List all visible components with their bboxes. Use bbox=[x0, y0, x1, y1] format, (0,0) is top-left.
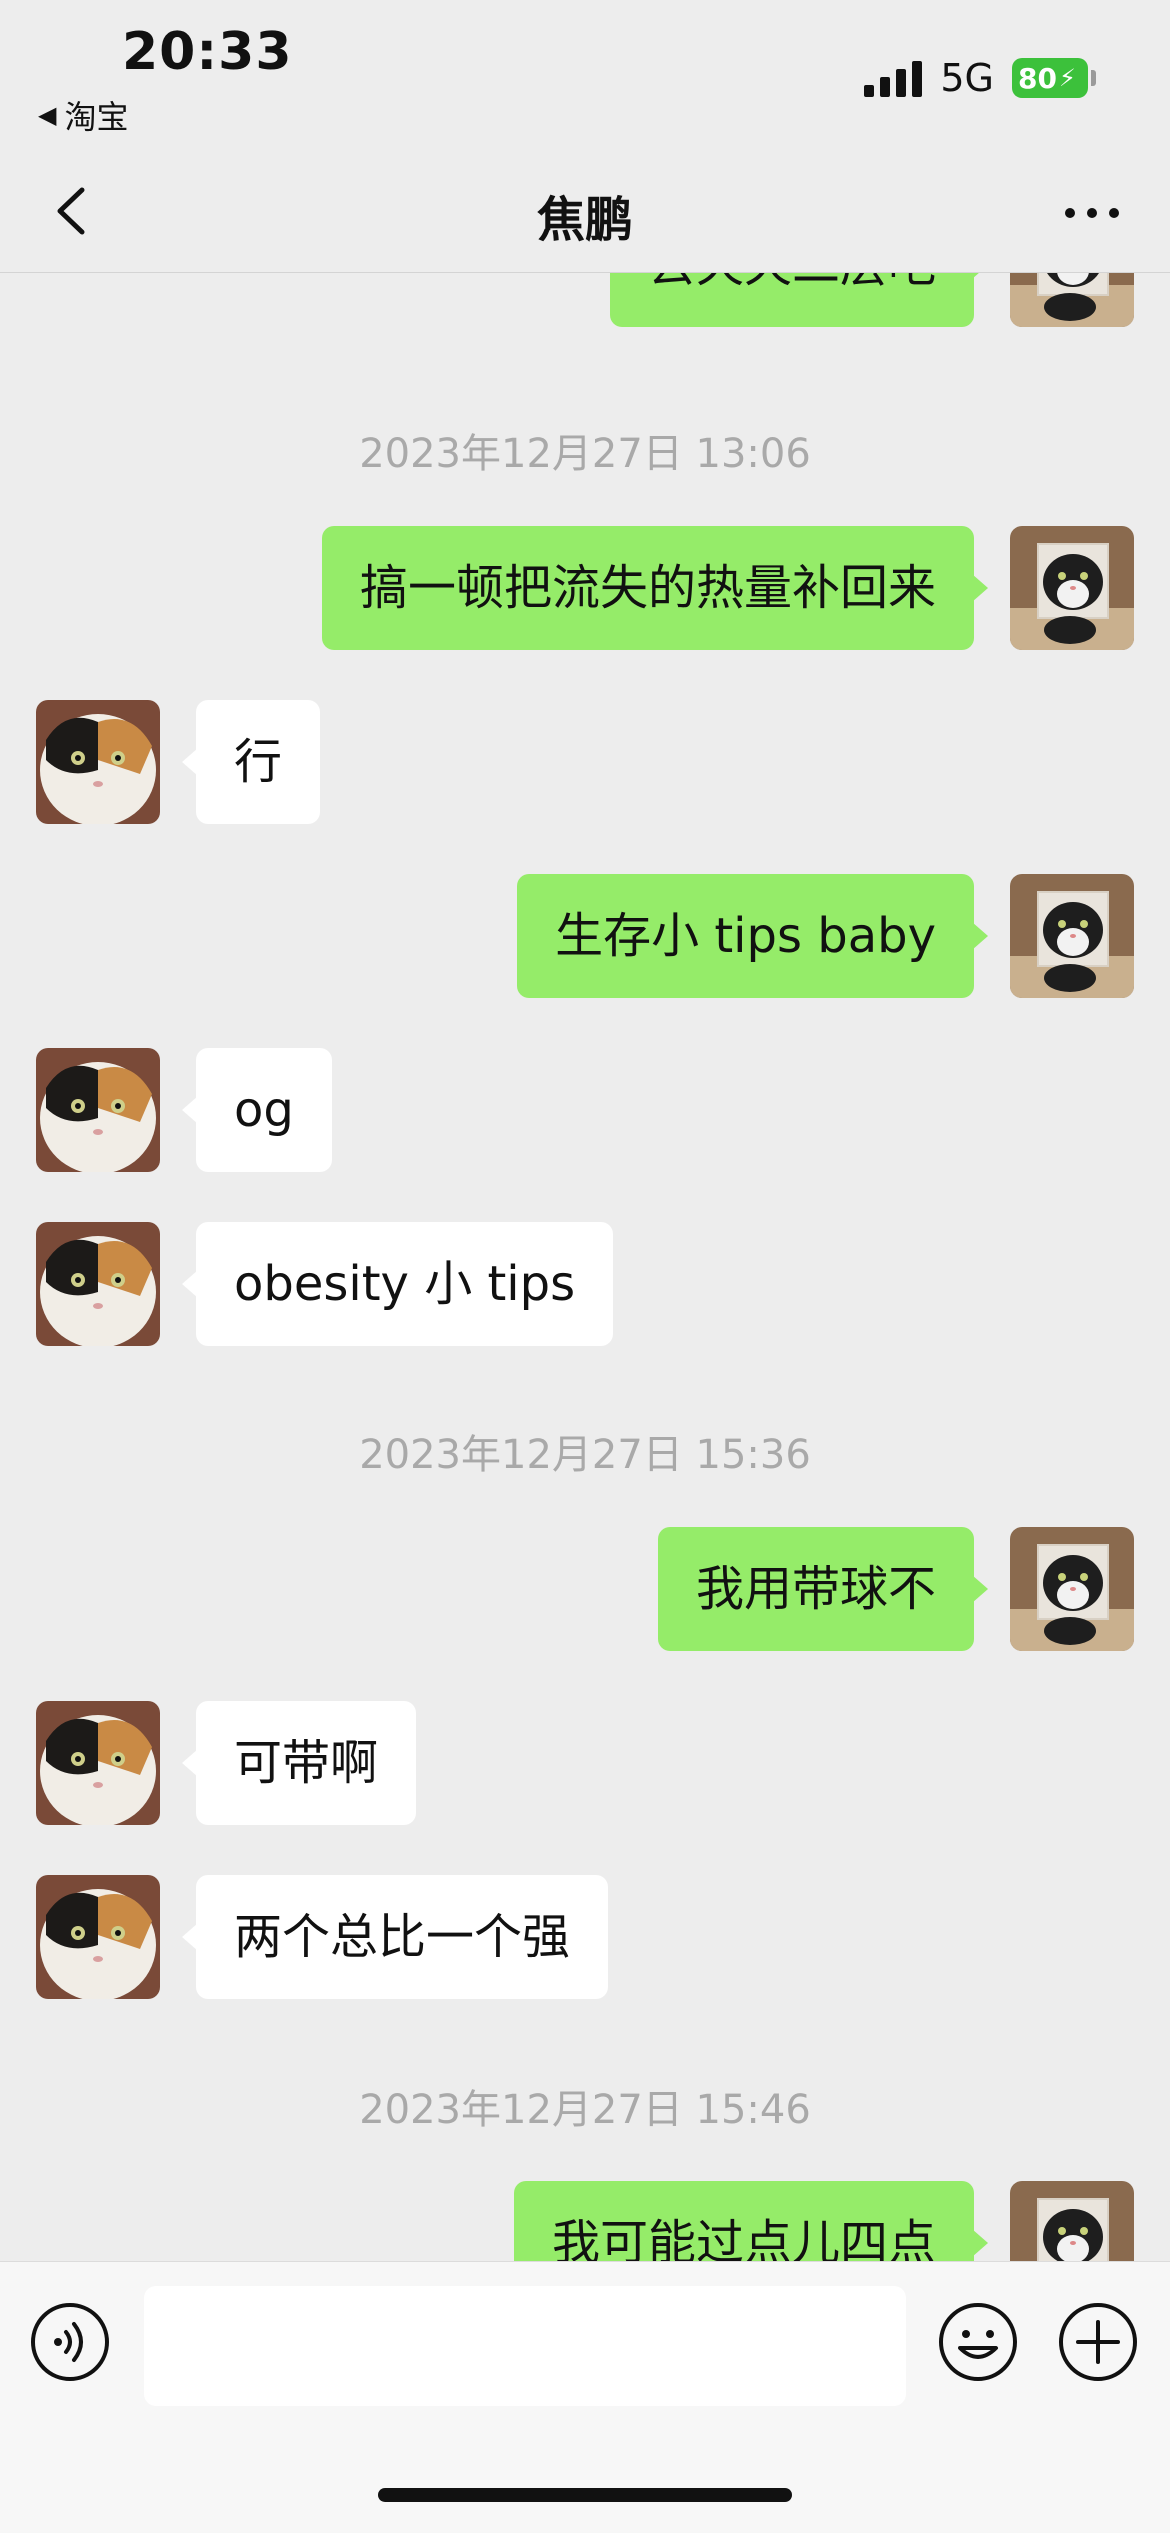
voice-button[interactable] bbox=[30, 2302, 110, 2382]
cat-avatar-icon bbox=[1010, 874, 1134, 998]
plus-icon bbox=[1059, 2303, 1137, 2381]
message-bubble[interactable]: 行 bbox=[181, 700, 321, 824]
home-indicator[interactable] bbox=[378, 2488, 792, 2502]
my-avatar[interactable] bbox=[1010, 1527, 1134, 1651]
message-outgoing: 去天天二层吧 bbox=[609, 273, 1134, 327]
contact-avatar[interactable] bbox=[36, 1222, 160, 1346]
message-timestamp: 2023年12月27日 15:36 bbox=[359, 1432, 811, 1478]
status-indicators: 5G 80 ⚡ bbox=[864, 56, 1096, 100]
message-outgoing: 搞一顿把流失的热量补回来 bbox=[321, 526, 1134, 650]
message-timestamp: 2023年12月27日 15:46 bbox=[359, 2087, 811, 2133]
calico-cat-avatar-icon bbox=[36, 1222, 160, 1346]
voice-icon bbox=[31, 2303, 109, 2381]
calico-cat-avatar-icon bbox=[36, 1048, 160, 1172]
cat-avatar-icon bbox=[1010, 526, 1134, 650]
contact-avatar[interactable] bbox=[36, 1048, 160, 1172]
back-to-app-link[interactable]: ◀ 淘宝 bbox=[38, 92, 128, 138]
my-avatar[interactable] bbox=[1010, 874, 1134, 998]
chat-header: 焦鹏 bbox=[0, 150, 1170, 273]
battery-icon: 80 ⚡ bbox=[1012, 58, 1096, 98]
message-bubble[interactable]: 可带啊 bbox=[181, 1701, 417, 1825]
calico-cat-avatar-icon bbox=[36, 700, 160, 824]
message-outgoing: 我用带球不 bbox=[657, 1527, 1134, 1651]
more-button[interactable] bbox=[1052, 178, 1132, 248]
message-incoming: obesity 小 tips bbox=[36, 1222, 614, 1346]
calico-cat-avatar-icon bbox=[36, 1875, 160, 1999]
battery-level: 80 bbox=[1018, 61, 1057, 95]
contact-avatar[interactable] bbox=[36, 1875, 160, 1999]
message-bubble[interactable]: 搞一顿把流失的热量补回来 bbox=[321, 526, 989, 650]
cat-avatar-icon bbox=[1010, 2181, 1134, 2261]
message-input[interactable] bbox=[144, 2286, 906, 2406]
message-bubble[interactable]: 我可能过点儿四点 bbox=[513, 2181, 989, 2261]
contact-avatar[interactable] bbox=[36, 1701, 160, 1825]
message-incoming: og bbox=[36, 1048, 332, 1172]
back-triangle-icon: ◀ bbox=[38, 101, 57, 129]
more-actions-button[interactable] bbox=[1058, 2302, 1138, 2382]
more-icon-dot bbox=[1065, 208, 1075, 218]
message-incoming: 两个总比一个强 bbox=[36, 1875, 609, 1999]
message-bubble[interactable]: 两个总比一个强 bbox=[181, 1875, 609, 1999]
message-outgoing: 我可能过点儿四点 bbox=[513, 2181, 1134, 2261]
my-avatar[interactable] bbox=[1010, 526, 1134, 650]
cat-avatar-icon bbox=[1010, 273, 1134, 327]
cellular-signal-icon bbox=[864, 59, 923, 97]
status-bar: 20:33 ◀ 淘宝 5G 80 ⚡ bbox=[0, 0, 1170, 150]
message-timestamp: 2023年12月27日 13:06 bbox=[359, 431, 811, 477]
message-bubble[interactable]: 我用带球不 bbox=[657, 1527, 989, 1651]
message-incoming: 可带啊 bbox=[36, 1701, 417, 1825]
my-avatar[interactable] bbox=[1010, 2181, 1134, 2261]
message-outgoing: 生存小 tips baby bbox=[517, 874, 1134, 998]
more-icon-dot bbox=[1087, 208, 1097, 218]
cat-avatar-icon bbox=[1010, 1527, 1134, 1651]
message-incoming: 行 bbox=[36, 700, 321, 824]
message-bubble[interactable]: 去天天二层吧 bbox=[609, 273, 989, 327]
message-bubble[interactable]: obesity 小 tips bbox=[181, 1222, 614, 1346]
network-type: 5G bbox=[940, 56, 994, 100]
charging-bolt-icon: ⚡ bbox=[1058, 64, 1076, 92]
more-icon-dot bbox=[1109, 208, 1119, 218]
message-bubble[interactable]: 生存小 tips baby bbox=[517, 874, 988, 998]
calico-cat-avatar-icon bbox=[36, 1701, 160, 1825]
emoji-button[interactable] bbox=[938, 2302, 1018, 2382]
my-avatar[interactable] bbox=[1010, 273, 1134, 327]
back-app-label: 淘宝 bbox=[64, 98, 129, 136]
chat-messages[interactable]: 去天天二层吧 2023年12月27日 13:06 搞一顿把流失的热量补回来 行 bbox=[0, 273, 1170, 2261]
chat-title: 焦鹏 bbox=[536, 192, 633, 248]
emoji-icon bbox=[939, 2303, 1017, 2381]
contact-avatar[interactable] bbox=[36, 700, 160, 824]
status-time: 20:33 bbox=[122, 22, 293, 82]
message-bubble[interactable]: og bbox=[182, 1048, 332, 1172]
